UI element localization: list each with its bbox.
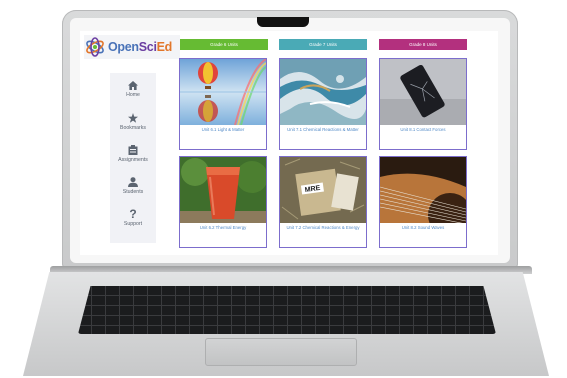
tab-grade-7[interactable]: Grade 7 Units (279, 39, 367, 50)
logo-text-sci: Sci (138, 40, 157, 54)
openscied-logo[interactable]: OpenSciEd (84, 35, 180, 59)
guitar-strings-image (380, 157, 466, 223)
sidebar: Home Bookmarks Assignments Students ? Su… (110, 73, 156, 243)
tab-grade-6[interactable]: Grade 6 Units (180, 39, 268, 50)
mre-ration-pack-image: MRE (280, 157, 366, 223)
unit-card-caption: Unit 8.2 Sound Waves (401, 225, 445, 230)
marbled-fluid-art-image (280, 59, 366, 125)
unit-card-6-2[interactable]: Unit 6.2 Thermal Energy (179, 156, 267, 248)
cracked-phone-image (380, 59, 466, 125)
svg-text:?: ? (129, 207, 136, 219)
user-icon (128, 177, 138, 187)
star-icon (128, 113, 138, 123)
keyboard (78, 286, 496, 334)
logo-text-ed: Ed (156, 40, 173, 54)
logo-text: OpenSciEd (108, 40, 172, 54)
trackpad (205, 338, 357, 366)
sidebar-item-home[interactable]: Home (110, 81, 156, 98)
sidebar-item-label: Bookmarks (120, 125, 146, 131)
sidebar-item-support[interactable]: ? Support (110, 207, 156, 227)
unit-card-caption: Unit 8.1 Contact Forces (400, 127, 446, 132)
sidebar-item-label: Support (123, 221, 143, 227)
hot-air-balloon-reflection-image (180, 59, 266, 125)
sidebar-item-bookmarks[interactable]: Bookmarks (110, 113, 156, 131)
tab-grade-8[interactable]: Grade 8 Units (379, 39, 467, 50)
sidebar-item-students[interactable]: Students (110, 177, 156, 195)
unit-card-8-2[interactable]: Unit 8.2 Sound Waves (379, 156, 467, 248)
clipboard-icon (128, 145, 138, 155)
unit-card-caption: Unit 6.1 Light & Matter (201, 127, 245, 132)
unit-card-caption: Unit 6.2 Thermal Energy (199, 225, 247, 230)
sidebar-item-label: Home (126, 92, 140, 98)
unit-card-6-1[interactable]: Unit 6.1 Light & Matter (179, 58, 267, 150)
unit-card-7-2[interactable]: MRE Unit 7.2 Chemical Reactions & Energy (279, 156, 367, 248)
atom-logo-icon (86, 37, 104, 57)
iced-drink-cup-image (180, 157, 266, 223)
sidebar-item-label: Assignments (118, 157, 148, 163)
camera-notch (257, 17, 309, 27)
sidebar-item-assignments[interactable]: Assignments (110, 145, 156, 163)
unit-card-caption: Unit 7.1 Chemical Reactions & Matter (287, 127, 359, 132)
unit-card-7-1[interactable]: Unit 7.1 Chemical Reactions & Matter (279, 58, 367, 150)
unit-card-caption: Unit 7.2 Chemical Reactions & Energy (286, 225, 360, 230)
sidebar-item-label: Students (122, 189, 144, 195)
unit-card-8-1[interactable]: Unit 8.1 Contact Forces (379, 58, 467, 150)
question-icon: ? (129, 207, 136, 219)
logo-text-open: Open (108, 40, 139, 54)
home-icon (128, 81, 138, 90)
laptop-screen: OpenSciEd Home Bookmarks Assignments Stu… (80, 31, 498, 255)
